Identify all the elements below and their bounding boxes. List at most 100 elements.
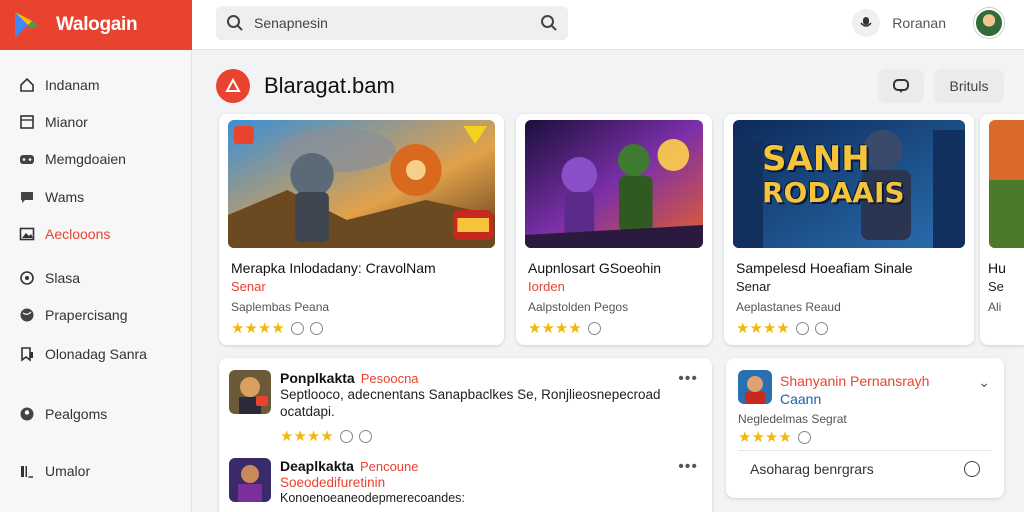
search-submit-icon[interactable]	[540, 14, 558, 32]
comment-icon	[795, 321, 809, 335]
game-list: Ponplkakta Pesoocna Septlooco, adecnentan…	[219, 358, 712, 512]
app-name: Walogain	[56, 14, 138, 35]
card-title: Aupnlosart GSoeohin	[528, 260, 662, 276]
avatar[interactable]	[974, 8, 1004, 38]
sidebar-item-5[interactable]: Slasa	[18, 269, 80, 287]
list-item[interactable]: Ponplkakta Pesoocna Septlooco, adecnentan…	[229, 370, 702, 450]
image-icon	[18, 225, 36, 243]
microphone-button[interactable]	[852, 9, 881, 37]
sidebar-item-2[interactable]: Memgdoaien	[18, 150, 126, 168]
sidebar-item-6[interactable]: Prapercisang	[18, 306, 128, 324]
star-rating: ★★★★	[738, 429, 792, 446]
clock-icon	[797, 430, 811, 444]
list-item-description: Soeodedifuretinin	[280, 475, 386, 490]
featured-meta: Negledelmas Segrat	[738, 412, 847, 426]
filter-button[interactable]: Brituls	[934, 69, 1004, 103]
page-title: Blaragat.bam	[264, 73, 395, 98]
list-item-title: Deaplkakta Pencoune	[280, 458, 419, 474]
sidebar-item-label: Pealgoms	[45, 406, 108, 422]
more-options-icon[interactable]: •••	[678, 370, 698, 388]
sidebar-item-7[interactable]: Olonadag Sanra	[18, 345, 147, 363]
game-cover-image	[228, 120, 495, 248]
star-rating: ★★★★	[736, 320, 790, 337]
list-item-title: Ponplkakta Pesoocna	[280, 370, 419, 386]
game-card[interactable]: Hu Se Ali	[980, 114, 1024, 345]
featured-thumbnail	[738, 370, 772, 404]
clock-icon	[587, 321, 601, 335]
game-card[interactable]: Aupnlosart GSoeohin Iorden Aalpstolden P…	[516, 114, 712, 345]
bars-icon	[18, 462, 36, 480]
chat-button[interactable]	[878, 69, 924, 103]
list-item[interactable]: Deaplkakta Pencoune Soeodedifuretinin Kon…	[229, 458, 702, 508]
clock-icon	[309, 321, 323, 335]
list-thumbnail	[229, 370, 271, 414]
rating: ★★★★	[280, 427, 372, 445]
microphone-icon	[860, 17, 872, 27]
message-input[interactable]: Asoharag benrgrars	[738, 450, 992, 486]
more-options-icon[interactable]: •••	[678, 458, 698, 476]
sidebar-item-3[interactable]: Wams	[18, 188, 84, 206]
featured-subtitle: Caann	[780, 391, 822, 407]
bookmark-icon	[18, 345, 36, 363]
list-item-name: Deaplkakta	[280, 458, 354, 474]
star-rating: ★★★★	[528, 320, 582, 337]
comment-icon	[339, 429, 353, 443]
sidebar-item-label: Prapercisang	[45, 307, 128, 323]
game-icon	[18, 150, 36, 168]
rating: ★★★★	[738, 428, 811, 446]
card-title: Sampelesd Hoeafiam Sinale	[736, 260, 913, 276]
home-icon	[18, 76, 36, 94]
card-meta: Aalpstolden Pegos	[528, 300, 629, 314]
game-card[interactable]: Merapka Inlodadany: CravolNam Senar Sapl…	[219, 114, 504, 345]
section-logo-icon	[216, 69, 250, 103]
card-meta: Aeplastanes Reaud	[736, 300, 841, 314]
sidebar-item-label: Indanam	[45, 77, 100, 93]
sidebar-item-0[interactable]: Indanam	[18, 76, 99, 94]
square-icon	[18, 113, 36, 131]
featured-title: Shanyanin Pernansrayh	[780, 373, 930, 389]
card-meta: Ali	[988, 300, 1002, 314]
list-item-description: ocatdapi.	[280, 404, 335, 419]
game-card[interactable]: SANH RODAAIS Sampelesd Hoeafiam Sinale S…	[724, 114, 974, 345]
chat-bubble-icon	[893, 79, 909, 93]
sidebar-item-label: Aeclooons	[45, 226, 111, 242]
search-input[interactable]: Senapnesin	[216, 6, 568, 40]
list-item-description: Septlooco, adecnentans Sanapbaclkes Se, …	[280, 387, 661, 402]
top-right-group: Roranan	[852, 8, 1004, 38]
sidebar-item-label: Slasa	[45, 270, 81, 286]
chat-icon	[18, 188, 36, 206]
sidebar-item-label: Memgdoaien	[45, 151, 126, 167]
card-subtitle: Iorden	[528, 279, 565, 294]
chevron-down-icon[interactable]: ⌄	[978, 374, 990, 391]
settings-icon	[18, 269, 36, 287]
sidebar-item-8[interactable]: Pealgoms	[18, 405, 107, 423]
sidebar-item-1[interactable]: Mianor	[18, 113, 88, 131]
send-icon[interactable]	[964, 460, 980, 477]
clock-icon	[814, 321, 828, 335]
sidebar-item-label: Olonadag Sanra	[45, 346, 147, 362]
search-icon	[227, 15, 243, 31]
star-rating: ★★★★	[231, 320, 285, 337]
sidebar: Indanam Mianor Memgdoaien Wams Aeclooons…	[0, 50, 192, 512]
app-brand[interactable]: Walogain	[0, 0, 192, 50]
user-name[interactable]: Roranan	[892, 15, 946, 31]
sidebar-item-label: Wams	[45, 189, 85, 205]
star-rating: ★★★★	[280, 428, 334, 445]
featured-panel: Shanyanin Pernansrayh Caann ⌄ Negledelma…	[726, 358, 1004, 498]
list-item-description: Konoenoeaneodepmerecoandes:	[280, 491, 465, 505]
card-title: Merapka Inlodadany: CravolNam	[231, 260, 436, 276]
top-bar: Senapnesin Roranan	[192, 0, 1024, 50]
card-title: Hu	[988, 260, 1006, 276]
game-cover-image	[525, 120, 703, 248]
list-item-name: Ponplkakta	[280, 370, 355, 386]
sidebar-item-9[interactable]: Umalor	[18, 462, 90, 480]
rating: ★★★★	[231, 319, 323, 337]
section-header: Blaragat.bam Brituls	[216, 68, 1004, 104]
list-item-tag: Pesoocna	[360, 371, 419, 386]
card-art-title: SANH RODAAIS	[762, 142, 905, 210]
sidebar-item-4[interactable]: Aeclooons	[18, 225, 110, 243]
card-art-line: SANH	[762, 139, 870, 179]
card-meta: Saplembas Peana	[231, 300, 330, 314]
rating: ★★★★	[736, 319, 828, 337]
search-placeholder: Senapnesin	[254, 15, 328, 31]
